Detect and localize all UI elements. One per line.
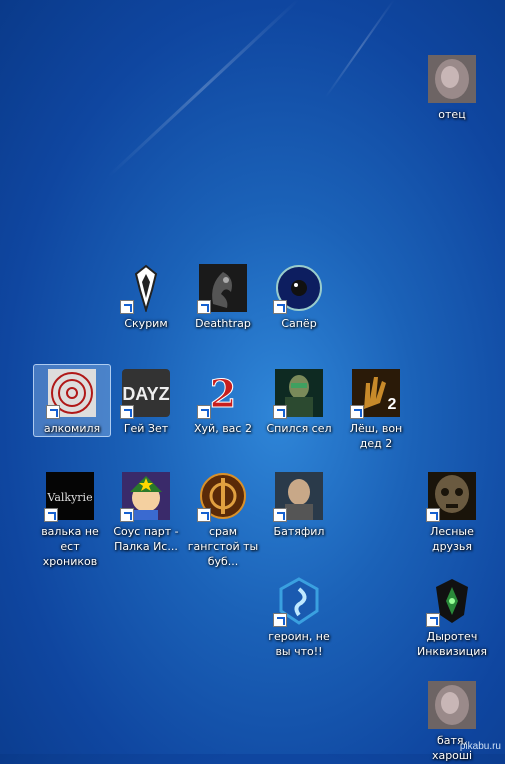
left-4-dead-2-icon: 2 (350, 369, 400, 419)
shortcut-arrow-icon (273, 405, 287, 419)
desktop-shortcut-label: отец (438, 108, 466, 121)
shortcut-arrow-icon (197, 508, 211, 522)
shortcut-arrow-icon (273, 508, 287, 522)
minesweeper-icon (273, 264, 323, 314)
desktop-shortcut[interactable]: Спился сел (260, 364, 338, 437)
desktop-shortcut[interactable]: героин, не вы что!! (260, 572, 338, 660)
shortcut-arrow-icon (46, 405, 60, 419)
photo-icon (428, 55, 476, 103)
desktop-shortcut-label: Сапёр (281, 317, 317, 330)
desktop-shortcut[interactable]: Соус парт - Палка Ис... (107, 467, 185, 555)
photo-icon (428, 681, 476, 729)
battlefield-icon (273, 472, 323, 522)
watermark: pikabu.ru (459, 741, 501, 752)
desktop-shortcut-label: Скурим (124, 317, 168, 330)
desktop-shortcut-label: алкомиля (43, 422, 101, 435)
shortcut-arrow-icon (120, 405, 134, 419)
desktop-shortcut[interactable]: Valkyrie валька не ест хроников (31, 467, 109, 570)
desktop-shortcut[interactable]: Лесные друзья (413, 467, 491, 555)
skyrim-icon (120, 264, 170, 314)
desktop-shortcut[interactable]: DAYZ Гей Зет (107, 364, 185, 437)
desktop-shortcut[interactable]: Сапёр (260, 259, 338, 332)
shortcut-arrow-icon (197, 405, 211, 419)
desktop-shortcut-label: героин, не вы что!! (268, 630, 330, 658)
shortcut-arrow-icon (426, 508, 440, 522)
deathtrap-icon (197, 264, 247, 314)
desktop-shortcut-label: Лесные друзья (430, 525, 474, 553)
desktop-shortcut[interactable]: алкомиля (33, 364, 111, 437)
heroes-storm-icon (273, 577, 323, 627)
desktop-shortcut-label: Deathtrap (195, 317, 251, 330)
desktop-shortcut[interactable]: 2 Лёш, вон дед 2 (337, 364, 415, 452)
shortcut-arrow-icon (44, 508, 58, 522)
shortcut-arrow-icon (426, 613, 440, 627)
desktop-shortcut-label: Спился сел (266, 422, 332, 435)
shortcut-arrow-icon (120, 300, 134, 314)
shortcut-arrow-icon (350, 405, 364, 419)
desktop-shortcut-label: Гей Зет (123, 422, 169, 435)
shortcut-arrow-icon (273, 613, 287, 627)
soldier-icon (273, 369, 323, 419)
dragon-age-icon (426, 577, 476, 627)
south-park-icon (120, 472, 170, 522)
svg-text:2: 2 (388, 396, 397, 413)
desktop-shortcut[interactable]: отец (413, 50, 491, 123)
desktop-shortcut[interactable]: 2 Хуй, вас 2 (184, 364, 262, 437)
desktop-shortcut-label: срам гангстой ты буб... (187, 525, 259, 568)
desktop-shortcut-label: Лёш, вон дед 2 (349, 422, 403, 450)
desktop-shortcut-label: Соус парт - Палка Ис... (113, 525, 179, 553)
svg-text:DAYZ: DAYZ (122, 384, 169, 404)
shortcut-arrow-icon (197, 300, 211, 314)
shortcut-arrow-icon (273, 300, 287, 314)
desktop-shortcut[interactable]: Deathtrap (184, 259, 262, 332)
guild-wars-2-icon: 2 (197, 369, 247, 419)
desktop-shortcut-label: валька не ест хроников (41, 525, 99, 568)
svg-text:2: 2 (210, 371, 236, 416)
valkyrie-icon: Valkyrie (44, 472, 94, 522)
desktop-shortcut-label: Батяфил (273, 525, 325, 538)
desktop-shortcut[interactable]: Батяфил (260, 467, 338, 540)
desktop-shortcut[interactable]: срам гангстой ты буб... (184, 467, 262, 570)
svg-text:Valkyrie: Valkyrie (46, 491, 92, 504)
desktop-shortcut-label: Дыротеч Инквизиция (417, 630, 487, 658)
desktop-shortcut[interactable]: Дыротеч Инквизиция (413, 572, 491, 660)
dayz-icon: DAYZ (120, 369, 170, 419)
silent-hill-icon (46, 369, 96, 419)
shortcut-arrow-icon (120, 508, 134, 522)
star-wars-old-republic-icon (197, 472, 247, 522)
desktop-shortcut-label: Хуй, вас 2 (194, 422, 252, 435)
the-forest-icon (426, 472, 476, 522)
desktop-shortcut[interactable]: Скурим (107, 259, 185, 332)
